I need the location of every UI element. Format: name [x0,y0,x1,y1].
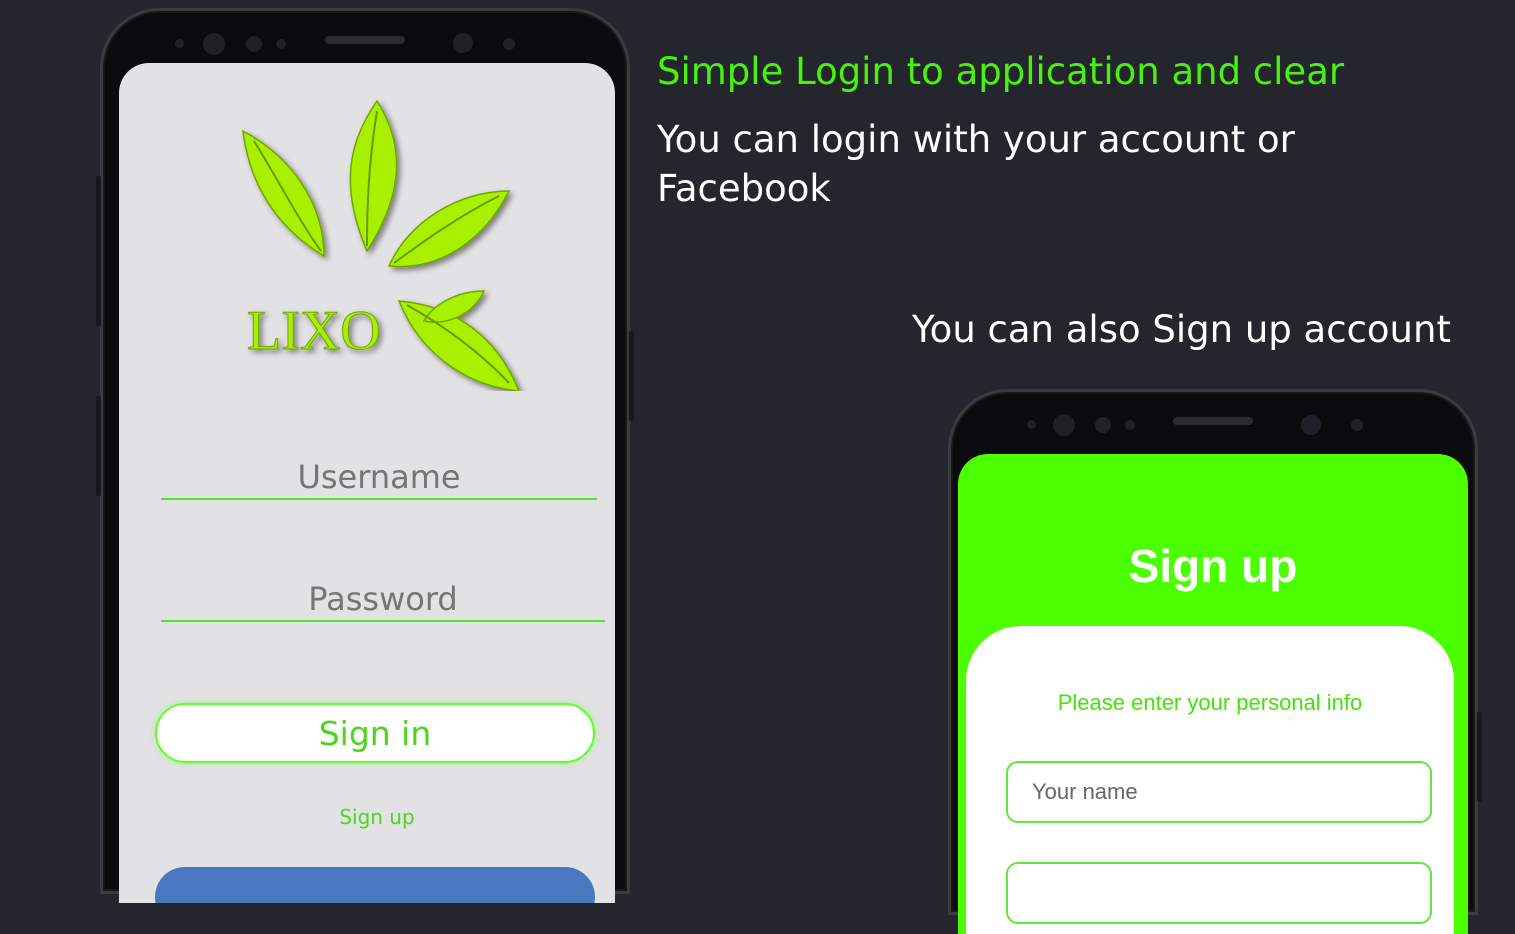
sensor-dot [1053,414,1075,436]
signup-title: Sign up [1128,540,1298,592]
power-button [629,331,634,421]
phone-notch [951,392,1475,452]
caption-login-description: You can login with your account or Faceb… [657,118,1295,210]
login-phone-frame: LIXO Sign in Sign up [96,8,634,903]
signup-subtitle: Please enter your personal info [1057,690,1363,715]
signup-form-card: Please enter your personal info [966,626,1454,934]
logo-wordmark: LIXO [247,300,381,362]
password-field[interactable] [161,580,605,622]
sensor-dot [276,39,286,49]
signup-screen: Sign up Please enter your personal info [958,454,1468,934]
login-screen: LIXO Sign in Sign up [119,63,615,903]
phone-notch [103,11,627,71]
your-name-input[interactable] [1006,761,1432,823]
sensor-dot [1095,417,1111,433]
lixo-logo: LIXO [242,99,520,391]
earpiece-speaker [325,36,405,44]
signup-next-field[interactable] [1006,862,1432,924]
bixby-button [96,396,101,496]
sensor-dot [246,36,262,52]
earpiece-speaker [1173,417,1253,425]
sign-up-link[interactable]: Sign up [119,805,615,829]
facebook-login-button[interactable] [155,867,595,903]
volume-button [96,176,101,326]
username-field[interactable] [161,458,597,500]
power-button [1477,712,1482,802]
caption-title: Simple Login to application and clear [657,50,1345,93]
sensor-dot [203,33,225,55]
sign-in-button[interactable]: Sign in [155,703,595,763]
sensor-dot [1027,420,1036,429]
caption-signup-description: You can also Sign up account [912,308,1451,351]
sensor-dot [503,38,515,50]
sensor-dot [1125,420,1135,430]
sensor-dot [1351,419,1363,431]
signup-phone-frame: Sign up Please enter your personal info [948,389,1482,934]
front-camera-icon [1301,415,1321,435]
front-camera-icon [453,33,473,53]
sensor-dot [175,39,184,48]
